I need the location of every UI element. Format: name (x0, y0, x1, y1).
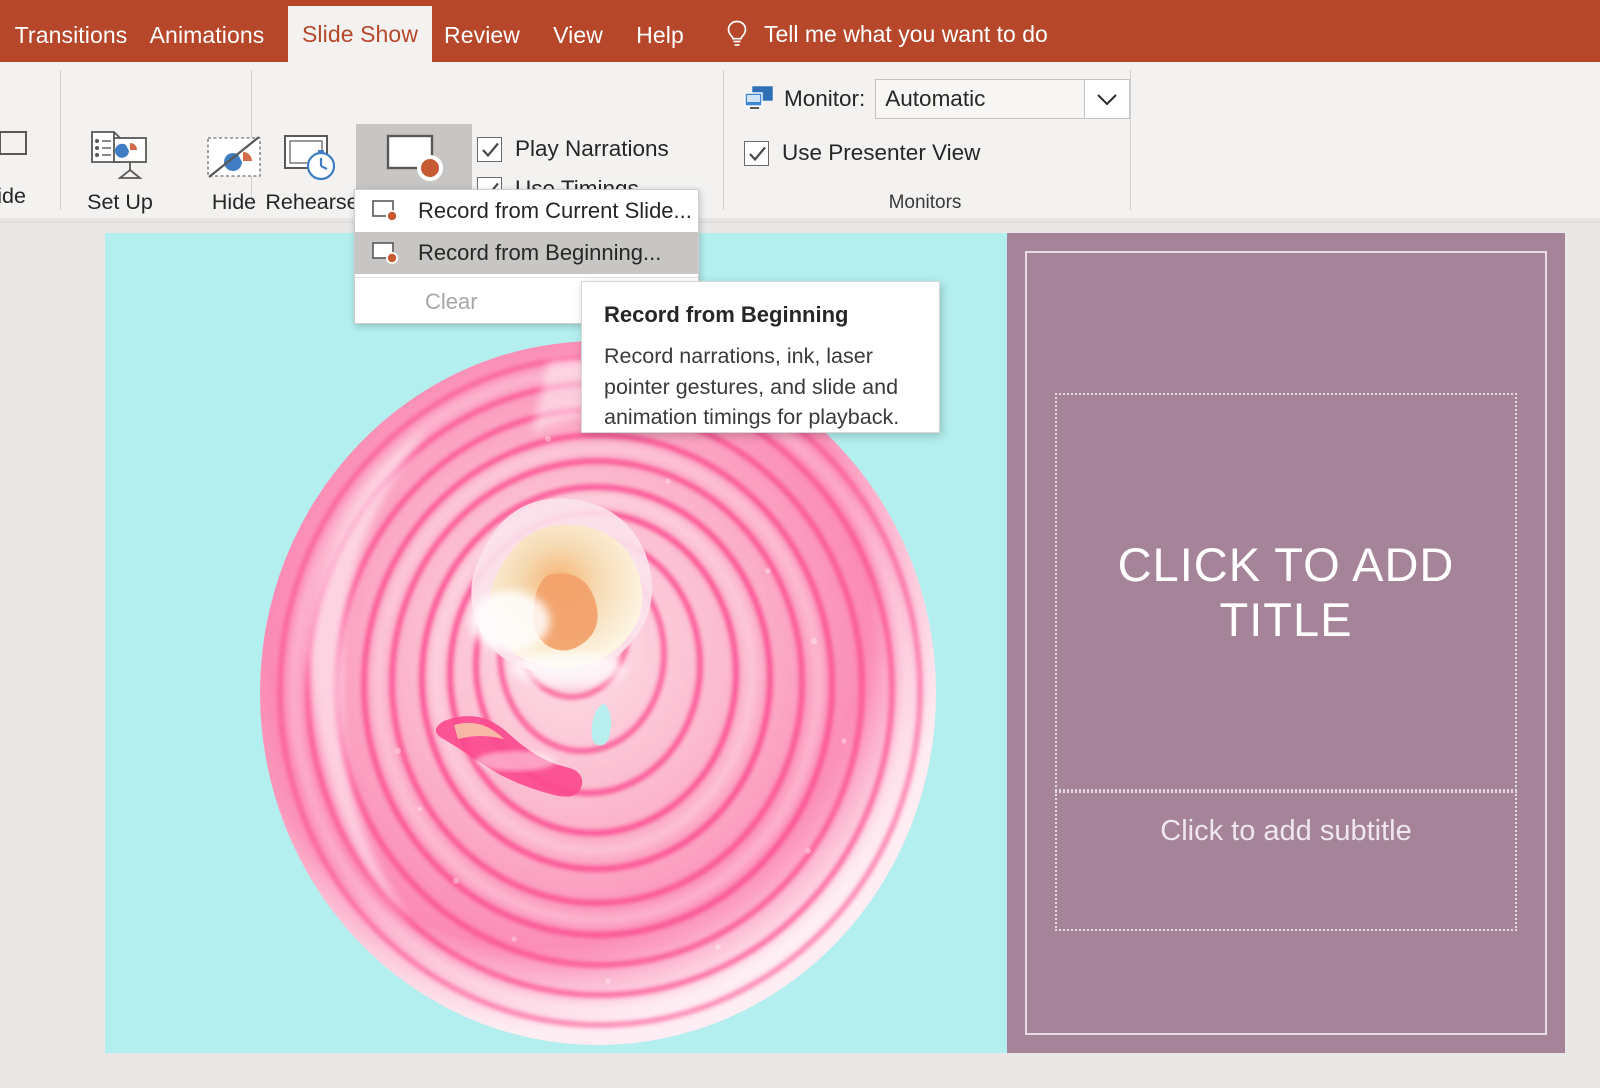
set-up-slide-show-icon (84, 128, 156, 184)
tooltip-record-from-beginning: Record from Beginning Record narrations,… (581, 281, 940, 433)
tab-slide-show[interactable]: Slide Show (288, 6, 432, 62)
lightbulb-icon (724, 19, 750, 49)
monitor-selector-row: Monitor: Automatic (744, 79, 1130, 119)
tab-label: Slide Show (302, 21, 418, 48)
record-slide-icon (371, 240, 401, 266)
record-slide-show-icon (380, 128, 448, 184)
subtitle-placeholder-text: Click to add subtitle (1160, 815, 1411, 848)
custom-slide-show-button[interactable]: Slide (0, 122, 56, 231)
ribbon-body: Slide (0, 62, 1600, 218)
button-label-line2: Slide (0, 183, 26, 210)
tab-label: Help (636, 22, 684, 49)
custom-slide-show-icon (0, 122, 30, 178)
checkbox-label: Play Narrations (515, 136, 669, 162)
powerpoint-window: Transitions Animations Slide Show Review… (0, 0, 1600, 1088)
button-label-line1: Set Up (87, 189, 153, 216)
record-slide-icon (371, 198, 401, 224)
checkbox-box[interactable] (477, 137, 502, 162)
monitors-group-label: Monitors (860, 192, 990, 214)
tab-label: Animations (150, 22, 265, 49)
rehearse-timings-icon (279, 128, 345, 184)
title-placeholder[interactable]: CLICK TO ADD TITLE (1055, 393, 1517, 791)
menu-item-record-from-current-slide[interactable]: Record from Current Slide... (355, 190, 698, 232)
button-label-line1: Rehearse (265, 189, 358, 216)
slide-title-panel[interactable]: CLICK TO ADD TITLE Click to add subtitle (1007, 233, 1565, 1053)
group-separator (60, 70, 61, 210)
tab-label: Transitions (15, 22, 128, 49)
hide-slide-icon (203, 128, 265, 184)
tab-view[interactable]: View (540, 8, 616, 62)
monitor-value: Automatic (876, 80, 1084, 118)
checkbox-play-narrations[interactable]: Play Narrations (477, 136, 669, 162)
tooltip-body: Record narrations, ink, laser pointer ge… (604, 341, 917, 433)
ribbon-tab-bar: Transitions Animations Slide Show Review… (0, 0, 1600, 62)
chevron-down-icon[interactable] (1084, 80, 1129, 118)
menu-item-label: Clear (425, 289, 478, 315)
menu-item-label: Record from Current Slide... (418, 198, 692, 224)
tell-me-label: Tell me what you want to do (764, 21, 1048, 48)
tab-review[interactable]: Review (434, 8, 530, 62)
button-label-line1: Hide (212, 189, 256, 216)
title-placeholder-text: CLICK TO ADD TITLE (1057, 537, 1515, 648)
monitor-dropdown[interactable]: Automatic (875, 79, 1130, 119)
tab-transitions[interactable]: Transitions (4, 8, 138, 62)
checkbox-label: Use Presenter View (782, 140, 980, 166)
tab-label: View (553, 22, 603, 49)
monitor-icon (744, 86, 774, 112)
menu-item-record-from-beginning[interactable]: Record from Beginning... (355, 232, 698, 274)
tab-animations[interactable]: Animations (142, 8, 272, 62)
group-separator (723, 70, 724, 210)
monitor-label: Monitor: (784, 86, 865, 112)
menu-separator (355, 277, 698, 278)
subtitle-placeholder[interactable]: Click to add subtitle (1055, 791, 1517, 931)
tab-help[interactable]: Help (624, 8, 696, 62)
tab-label: Review (444, 22, 520, 49)
tooltip-title: Record from Beginning (604, 302, 917, 328)
checkbox-box[interactable] (744, 141, 769, 166)
menu-item-label: Record from Beginning... (418, 240, 661, 266)
checkbox-use-presenter-view[interactable]: Use Presenter View (744, 140, 980, 166)
tell-me-search[interactable]: Tell me what you want to do (724, 8, 1048, 60)
